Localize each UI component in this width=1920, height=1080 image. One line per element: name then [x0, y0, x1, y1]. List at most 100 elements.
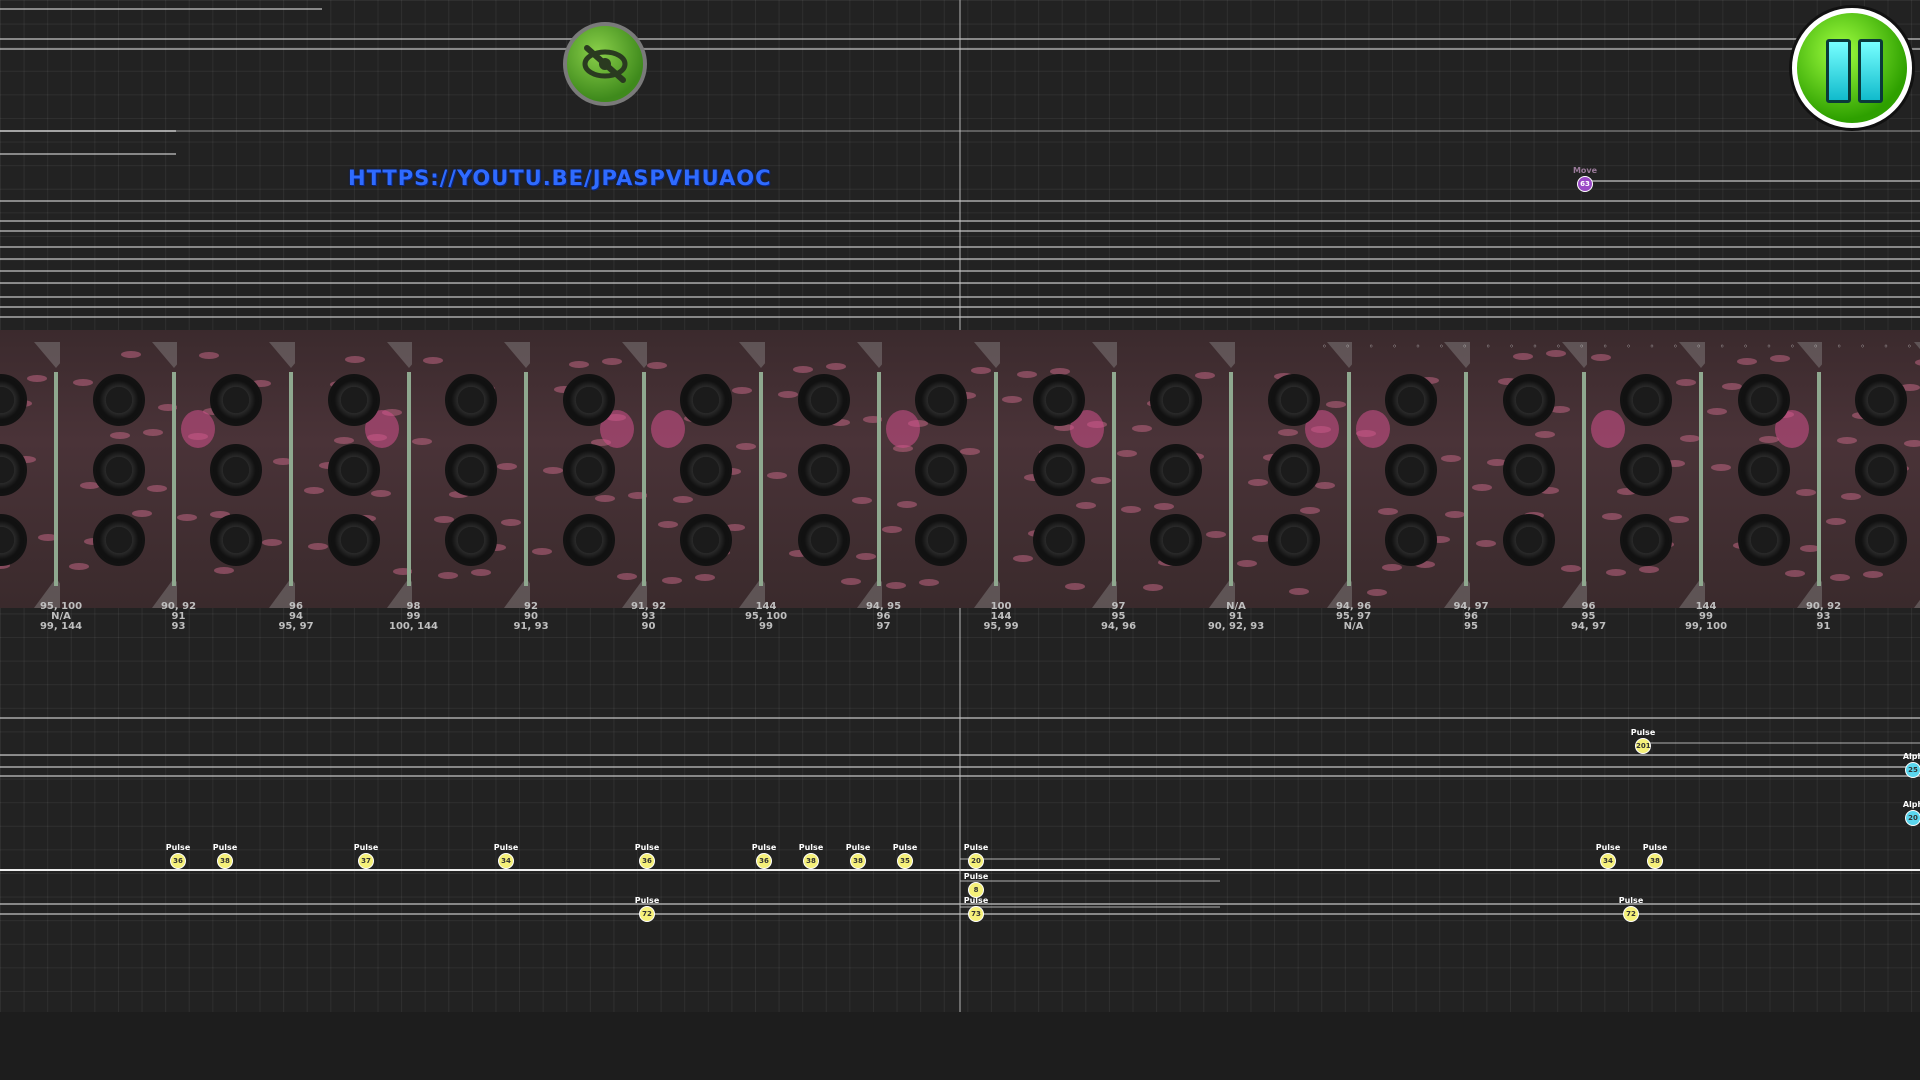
guide-line	[0, 8, 322, 10]
trigger-icon: 25	[1905, 762, 1920, 778]
speck-decoration	[1591, 354, 1611, 361]
trigger[interactable]: Pulse 38	[835, 843, 881, 869]
level-objects-strip[interactable]	[0, 330, 1920, 608]
object-marker: ◦	[1322, 342, 1327, 351]
trigger[interactable]: Pulse 36	[155, 843, 201, 869]
speck-decoration	[177, 514, 197, 521]
speck-decoration	[1075, 502, 1096, 509]
level-tile	[1469, 330, 1588, 608]
speck-decoration	[1534, 431, 1555, 438]
trigger[interactable]: Pulse 20	[953, 843, 999, 869]
trigger[interactable]: Alph20	[1890, 800, 1920, 826]
speck-decoration	[1826, 518, 1846, 525]
trigger[interactable]: Pulse 34	[483, 843, 529, 869]
speaker-ring	[445, 444, 497, 496]
trigger-icon: 38	[803, 853, 819, 869]
speck-decoration	[501, 519, 521, 526]
speck-decoration	[1206, 531, 1226, 538]
top-spike	[504, 342, 530, 368]
level-tile	[882, 330, 1000, 608]
trigger[interactable]: Alph25	[1890, 752, 1920, 778]
pause-icon-left	[1826, 39, 1851, 103]
trigger-icon: 38	[1647, 853, 1663, 869]
level-editor-canvas[interactable]: HTTPS://YOUTU.BE/JPASPVHUAOC 95, 100 N/A…	[0, 0, 1920, 1012]
speaker-ring	[1502, 444, 1555, 496]
speaker-ring	[1032, 514, 1085, 566]
trigger[interactable]: Pulse 72	[1608, 896, 1654, 922]
speck-decoration	[1758, 436, 1779, 443]
guide-line	[0, 153, 176, 155]
group-label: 97 95 94, 96	[1100, 601, 1137, 632]
group-label: 96 94 95, 97	[278, 601, 314, 632]
speck-decoration	[307, 543, 328, 550]
speck-decoration	[68, 563, 89, 570]
speck-decoration	[695, 574, 715, 581]
trigger[interactable]: Pulse 72	[624, 896, 670, 922]
speck-decoration	[146, 485, 167, 492]
trigger-icon: 37	[358, 853, 374, 869]
level-tile	[1117, 330, 1235, 608]
trigger-icon: 72	[639, 906, 655, 922]
speck-decoration	[568, 361, 589, 368]
url-text-object[interactable]: HTTPS://YOUTU.BE/JPASPVHUAOC	[348, 166, 772, 190]
pillar	[1699, 372, 1703, 586]
trigger[interactable]: Pulse 34	[1585, 843, 1631, 869]
trigger[interactable]: Pulse 8	[953, 872, 999, 898]
speck-decoration	[1512, 353, 1533, 360]
hide-ui-button[interactable]	[563, 22, 647, 106]
eye-off-icon	[582, 45, 628, 83]
speck-decoration	[27, 375, 47, 382]
pillar	[171, 372, 176, 586]
trigger-icon: 20	[968, 853, 984, 869]
speaker-ring	[797, 444, 850, 496]
trigger-label: Pulse	[892, 843, 918, 852]
speck-decoration	[792, 366, 813, 373]
speck-decoration	[1841, 493, 1861, 500]
guide-line	[960, 906, 1220, 908]
level-tile	[1587, 330, 1705, 608]
trigger[interactable]: Pulse 73	[953, 896, 999, 922]
trigger[interactable]: Pulse 38	[788, 843, 834, 869]
trigger-label: Pulse	[963, 872, 989, 881]
trigger[interactable]: Pulse 201	[1620, 728, 1666, 754]
pink-blob-decoration	[1591, 410, 1625, 448]
trigger-label: Alph	[1902, 800, 1920, 809]
trigger[interactable]: Pulse 36	[741, 843, 787, 869]
pillar	[876, 372, 881, 586]
speaker-ring	[1150, 444, 1202, 496]
pillar	[994, 372, 998, 586]
group-label: N/A 91 90, 92, 93	[1207, 601, 1265, 632]
speck-decoration	[1475, 540, 1496, 547]
trigger[interactable]: Pulse 37	[343, 843, 389, 869]
trigger-label: Alph	[1902, 752, 1920, 761]
trigger-label: Pulse	[1630, 728, 1656, 737]
pillar	[1111, 372, 1116, 586]
speaker-ring	[210, 444, 262, 496]
object-marker: ◦	[1743, 342, 1748, 351]
pause-button[interactable]	[1792, 8, 1912, 128]
speaker-ring	[1385, 374, 1437, 426]
trigger[interactable]: Pulse 36	[624, 843, 670, 869]
speaker-ring	[327, 444, 380, 496]
speaker-ring	[1150, 514, 1202, 566]
speaker-ring	[1737, 514, 1790, 566]
group-label: 94, 95 96 97	[865, 601, 902, 632]
speck-decoration	[262, 539, 282, 546]
trigger[interactable]: Pulse 35	[882, 843, 928, 869]
speck-decoration	[1314, 482, 1335, 489]
speck-decoration	[1132, 425, 1152, 432]
trigger-label: Pulse	[845, 843, 871, 852]
speck-decoration	[370, 490, 391, 497]
speaker-ring	[1032, 444, 1085, 496]
object-marker: ◦	[1883, 342, 1889, 351]
speaker-ring	[915, 444, 967, 496]
trigger[interactable]: Move 63	[1562, 166, 1608, 192]
level-tile	[764, 330, 883, 608]
trigger[interactable]: Pulse 38	[202, 843, 248, 869]
trigger[interactable]: Pulse 38	[1632, 843, 1678, 869]
trigger-label: Pulse	[634, 843, 660, 852]
speck-decoration	[1277, 429, 1298, 436]
speck-decoration	[1195, 372, 1215, 379]
guide-line	[960, 858, 1220, 860]
trigger-icon: 34	[498, 853, 514, 869]
